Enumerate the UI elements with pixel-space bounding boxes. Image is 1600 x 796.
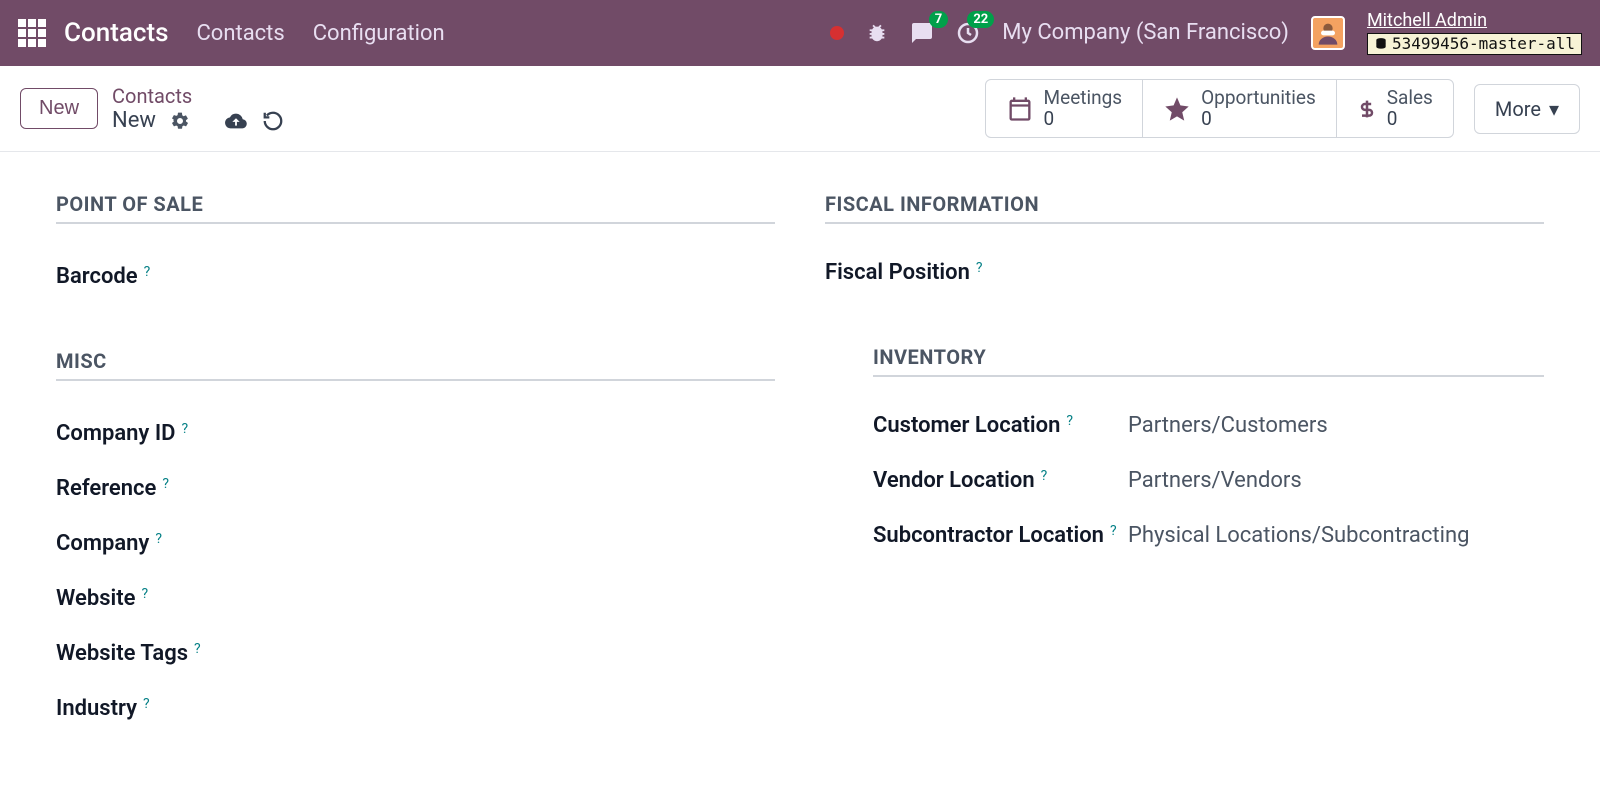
app-name[interactable]: Contacts	[64, 18, 168, 48]
section-inventory: INVENTORY Customer Location? Partners/Cu…	[873, 345, 1544, 548]
breadcrumb-current: New	[112, 108, 156, 133]
stat-meetings[interactable]: Meetings 0	[986, 80, 1144, 138]
help-icon[interactable]: ?	[1066, 413, 1073, 438]
breadcrumb-parent[interactable]: Contacts	[112, 84, 284, 108]
stat-value: 0	[1201, 109, 1316, 130]
section-title: FISCAL INFORMATION	[825, 192, 1544, 224]
apps-icon[interactable]	[18, 19, 46, 47]
field-value[interactable]: Physical Locations/Subcontracting	[1128, 523, 1544, 548]
stat-label: Sales	[1387, 88, 1433, 109]
field-website[interactable]: Website?	[56, 586, 775, 611]
avatar[interactable]	[1311, 16, 1345, 50]
field-label-text: Vendor Location	[873, 468, 1035, 493]
help-icon[interactable]: ?	[162, 476, 169, 501]
discard-icon[interactable]	[262, 110, 284, 132]
stat-opportunities[interactable]: Opportunities 0	[1143, 80, 1337, 138]
toolbar: New Contacts New Meetings 0	[0, 66, 1600, 152]
field-label-text: Website	[56, 586, 135, 611]
field-value[interactable]: Partners/Vendors	[1128, 468, 1544, 493]
stat-sales[interactable]: Sales 0	[1337, 80, 1453, 138]
section-title: MISC	[56, 349, 775, 381]
help-icon[interactable]: ?	[1041, 468, 1048, 493]
field-label-text: Company ID	[56, 421, 175, 446]
field-label-text: Customer Location	[873, 413, 1060, 438]
gear-icon[interactable]	[170, 111, 190, 131]
user-name: Mitchell Admin	[1367, 11, 1582, 31]
chat-icon[interactable]: 7	[910, 21, 934, 45]
field-label-text: Industry	[56, 696, 137, 721]
section-fiscal: FISCAL INFORMATION Fiscal Position?	[825, 192, 1544, 285]
chat-badge: 7	[929, 11, 948, 28]
star-icon	[1163, 95, 1191, 123]
field-website-tags[interactable]: Website Tags?	[56, 641, 775, 666]
record-indicator-icon[interactable]	[830, 26, 844, 40]
help-icon[interactable]: ?	[144, 264, 151, 289]
stat-value: 0	[1387, 109, 1433, 130]
field-label-text: Subcontractor Location	[873, 523, 1104, 548]
dollar-icon	[1357, 95, 1377, 123]
calendar-icon	[1006, 95, 1034, 123]
activity-icon[interactable]: 22	[956, 21, 980, 45]
menu-configuration[interactable]: Configuration	[313, 21, 445, 46]
help-icon[interactable]: ?	[143, 696, 150, 721]
field-barcode[interactable]: Barcode ?	[56, 264, 775, 289]
field-industry[interactable]: Industry?	[56, 696, 775, 721]
field-label-text: Company	[56, 531, 149, 556]
top-navbar: Contacts Contacts Configuration 7 22 My …	[0, 0, 1600, 66]
stats-group: Meetings 0 Opportunities 0 Sales 0	[985, 79, 1454, 139]
stat-label: Meetings	[1044, 88, 1123, 109]
menu-contacts[interactable]: Contacts	[196, 21, 284, 46]
help-icon[interactable]: ?	[141, 586, 148, 611]
user-menu[interactable]: Mitchell Admin 53499456-master-all	[1367, 11, 1582, 54]
help-icon[interactable]: ?	[976, 260, 983, 285]
company-switcher[interactable]: My Company (San Francisco)	[1002, 20, 1289, 45]
field-reference[interactable]: Reference?	[56, 476, 775, 501]
caret-down-icon: ▾	[1549, 97, 1559, 121]
section-title: POINT OF SALE	[56, 192, 775, 224]
form-content: POINT OF SALE Barcode ? MISC Company ID?…	[0, 152, 1600, 796]
section-misc: MISC Company ID? Reference? Company? Web…	[56, 349, 775, 721]
new-button[interactable]: New	[20, 88, 98, 129]
stat-value: 0	[1044, 109, 1123, 130]
bug-icon[interactable]	[866, 22, 888, 44]
field-customer-location[interactable]: Customer Location? Partners/Customers	[873, 413, 1544, 438]
help-icon[interactable]: ?	[194, 641, 201, 666]
field-company-id[interactable]: Company ID?	[56, 421, 775, 446]
field-subcontractor-location[interactable]: Subcontractor Location? Physical Locatio…	[873, 523, 1544, 548]
field-label-text: Barcode	[56, 264, 138, 289]
field-label-text: Fiscal Position	[825, 260, 970, 285]
more-dropdown[interactable]: More ▾	[1474, 84, 1580, 134]
db-badge: 53499456-master-all	[1367, 33, 1582, 55]
help-icon[interactable]: ?	[181, 421, 188, 446]
field-label-text: Reference	[56, 476, 156, 501]
section-title: INVENTORY	[873, 345, 1544, 377]
activity-badge: 22	[967, 11, 994, 28]
field-label-text: Website Tags	[56, 641, 188, 666]
help-icon[interactable]: ?	[155, 531, 162, 556]
field-vendor-location[interactable]: Vendor Location? Partners/Vendors	[873, 468, 1544, 493]
stat-label: Opportunities	[1201, 88, 1316, 109]
field-company[interactable]: Company?	[56, 531, 775, 556]
help-icon[interactable]: ?	[1110, 523, 1117, 548]
field-fiscal-position[interactable]: Fiscal Position?	[825, 260, 1544, 285]
cloud-upload-icon[interactable]	[224, 110, 248, 132]
field-value[interactable]: Partners/Customers	[1128, 413, 1544, 438]
section-pos: POINT OF SALE Barcode ?	[56, 192, 775, 289]
